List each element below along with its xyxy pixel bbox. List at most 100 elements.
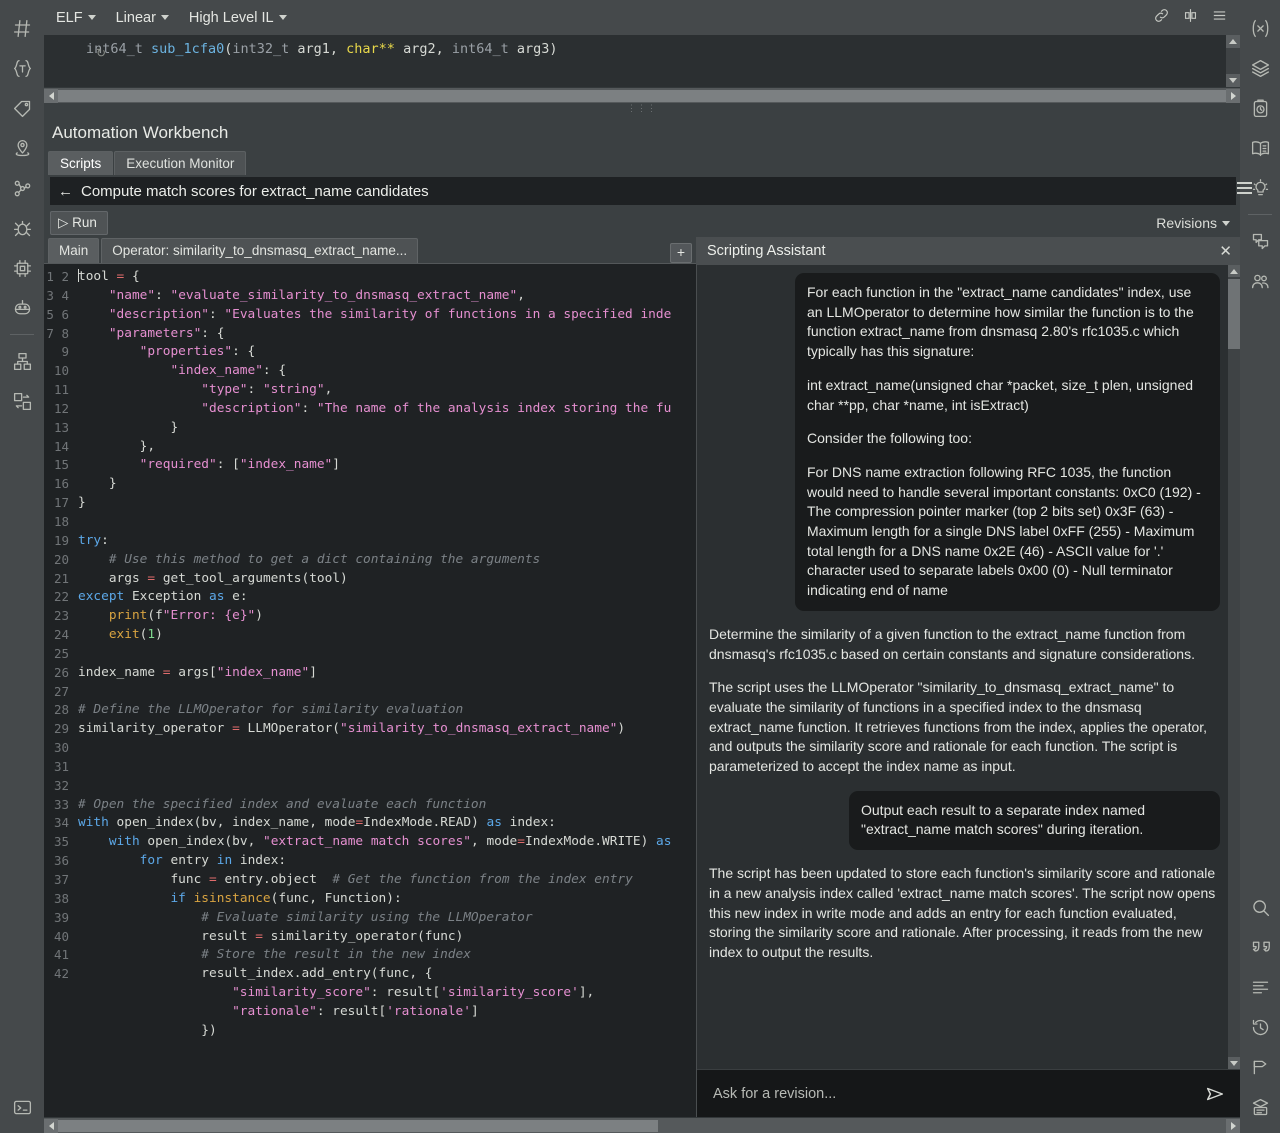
function-name[interactable]: sub_1cfa0 [151, 41, 224, 57]
assistant-header: Scripting Assistant ✕ [697, 237, 1240, 265]
script-actions: ▷ Run Revisions [50, 209, 1240, 237]
bug-icon[interactable] [5, 208, 39, 248]
console-icon[interactable] [5, 1087, 39, 1127]
arg2-type: char** [346, 41, 395, 57]
format-dropdown[interactable]: ELF [56, 10, 96, 26]
user-message: For each function in the "extract_name c… [795, 273, 1220, 611]
run-button[interactable]: ▷ Run [50, 211, 108, 235]
assistant-message: The script has been updated to store eac… [707, 864, 1226, 963]
comments-icon[interactable] [1243, 221, 1277, 261]
workbench-tabs: Scripts Execution Monitor [44, 151, 1240, 175]
diff-icon[interactable] [5, 381, 39, 421]
add-tab-button[interactable]: + [670, 243, 692, 263]
revisions-dropdown[interactable]: Revisions [1156, 215, 1240, 231]
scroll-thumb[interactable] [58, 1119, 658, 1132]
search-icon[interactable] [1243, 887, 1277, 927]
scroll-right-button[interactable] [1226, 88, 1240, 103]
symbols-icon[interactable] [5, 8, 39, 48]
workbench-body: ← Compute match scores for extract_name … [44, 175, 1252, 1117]
arg3-type: int64_t [451, 41, 509, 57]
bookmarks-icon[interactable] [5, 128, 39, 168]
format-dropdown-label: ELF [56, 9, 83, 26]
chip-icon[interactable] [5, 248, 39, 288]
disassembly-horizontal-scrollbar[interactable] [44, 87, 1240, 103]
lines-icon[interactable] [1243, 967, 1277, 1007]
chat-scroll-track[interactable] [1228, 349, 1240, 1057]
scroll-left-button[interactable] [44, 1118, 58, 1133]
editor-horizontal-scrollbar[interactable] [44, 1117, 1240, 1133]
layers-icon[interactable] [1243, 48, 1277, 88]
revisions-label: Revisions [1156, 215, 1217, 231]
types-icon[interactable] [5, 48, 39, 88]
message-paragraph: For DNS name extraction following RFC 10… [807, 463, 1201, 599]
view-toolbar: ELF Linear High Level IL [44, 0, 1240, 35]
tags-icon[interactable] [5, 88, 39, 128]
stack-print-icon[interactable] [1243, 1087, 1277, 1127]
graph-icon[interactable] [5, 168, 39, 208]
viewmode-dropdown[interactable]: Linear [116, 10, 169, 26]
tag-flag-icon[interactable] [1243, 1047, 1277, 1087]
chevron-down-icon [278, 15, 287, 20]
message-paragraph: The script has been updated to store eac… [709, 865, 1216, 960]
assistant-chat-log: For each function in the "extract_name c… [697, 265, 1240, 1069]
page-title: Automation Workbench [52, 123, 229, 142]
scroll-right-button[interactable] [1226, 1118, 1240, 1133]
menu-icon[interactable] [1211, 7, 1228, 29]
code-editor[interactable]: 1 2 3 4 5 6 7 8 9 10 11 12 13 14 15 16 1… [44, 263, 696, 1099]
message-paragraph: The script uses the LLMOperator "similar… [709, 679, 1208, 775]
send-icon[interactable] [1204, 1083, 1226, 1105]
robot-icon[interactable] [5, 288, 39, 328]
application-window: ELF Linear High Level IL ↻ int64_t sub_1… [0, 0, 1280, 1133]
close-icon[interactable]: ✕ [1219, 244, 1232, 259]
message-paragraph: Determine the similarity of a given func… [709, 625, 1195, 662]
message-paragraph: Consider the following too: [807, 430, 972, 447]
variables-icon[interactable] [1243, 8, 1277, 48]
scroll-left-button[interactable] [44, 88, 58, 103]
script-menu-icon[interactable] [1234, 178, 1254, 198]
chat-scroll-down-button[interactable] [1228, 1057, 1240, 1069]
arg1-name: arg1, [289, 41, 347, 57]
link-icon[interactable] [1153, 7, 1170, 29]
editor-tabs: Main Operator: similarity_to_dnsmasq_ext… [44, 237, 696, 263]
disassembly-vertical-scrollbar[interactable] [1226, 35, 1240, 87]
clipboard-clock-icon[interactable] [1243, 88, 1277, 128]
split-pane-icon[interactable] [1182, 7, 1199, 29]
scroll-up-button[interactable] [1226, 35, 1240, 48]
message-paragraph: int extract_name(unsigned char *packet, … [807, 376, 1194, 413]
chat-scrollbar[interactable] [1228, 265, 1240, 1069]
paren-close: ) [549, 41, 558, 57]
message-paragraph: For each function in the "extract_name c… [807, 284, 1194, 360]
chat-scroll-thumb[interactable] [1228, 279, 1240, 349]
editor-tab-operator[interactable]: Operator: similarity_to_dnsmasq_extract_… [101, 238, 419, 263]
toolbar-actions [1153, 7, 1232, 29]
code-content[interactable]: tool = { "name": "evaluate_similarity_to… [74, 264, 696, 1099]
scripting-assistant-panel: Scripting Assistant ✕ For each function … [696, 237, 1240, 1117]
editor-assistant-split: Main Operator: similarity_to_dnsmasq_ext… [44, 237, 1240, 1117]
back-arrow-icon[interactable]: ← [58, 183, 73, 200]
left-icon-rail [0, 0, 44, 1133]
rail-divider [1248, 214, 1272, 215]
il-level-dropdown[interactable]: High Level IL [189, 10, 287, 26]
viewmode-dropdown-label: Linear [115, 9, 156, 26]
disassembly-view[interactable]: ↻ int64_t sub_1cfa0(int32_t arg1, char**… [44, 35, 1240, 87]
scroll-track[interactable] [1226, 48, 1240, 74]
collapse-arrow-icon[interactable]: ↻ [96, 46, 106, 60]
assistant-message: Determine the similarity of a given func… [707, 625, 1226, 777]
users-icon[interactable] [1243, 261, 1277, 301]
revision-input[interactable] [713, 1085, 1204, 1102]
scroll-thumb[interactable] [58, 89, 1226, 102]
editor-tab-main[interactable]: Main [48, 238, 100, 263]
script-editor-pane: Main Operator: similarity_to_dnsmasq_ext… [44, 237, 696, 1117]
tab-scripts[interactable]: Scripts [48, 151, 114, 175]
components-icon[interactable] [5, 341, 39, 381]
quote-icon[interactable] [1243, 927, 1277, 967]
pane-splitter[interactable]: ⋮⋮⋮ [44, 103, 1240, 113]
line-number-gutter: 1 2 3 4 5 6 7 8 9 10 11 12 13 14 15 16 1… [44, 264, 74, 1099]
chat-scroll-up-button[interactable] [1228, 265, 1240, 277]
scroll-down-button[interactable] [1226, 74, 1240, 87]
tab-execution-monitor[interactable]: Execution Monitor [114, 151, 247, 175]
function-signature: int64_t sub_1cfa0(int32_t arg1, char** a… [86, 41, 558, 57]
book-icon[interactable] [1243, 128, 1277, 168]
user-message: Output each result to a separate index n… [849, 790, 1220, 851]
history-icon[interactable] [1243, 1007, 1277, 1047]
